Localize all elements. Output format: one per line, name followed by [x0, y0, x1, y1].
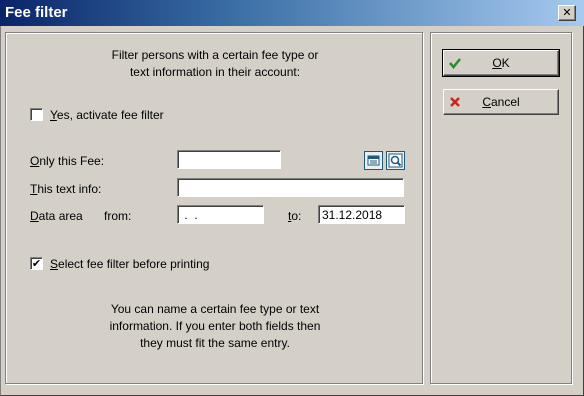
list-lookup-button[interactable]: [364, 151, 383, 170]
ok-label: OK: [492, 56, 510, 70]
list-lookup-icon: [367, 155, 380, 166]
activate-fee-filter-label[interactable]: Yes, activate fee filter: [50, 108, 164, 122]
only-this-fee-label: Only this Fee:: [30, 154, 105, 168]
magnifier-icon: [388, 153, 403, 168]
cancel-label: Cancel: [482, 95, 520, 109]
window-title: Fee filter: [5, 4, 68, 21]
action-panel: [430, 32, 572, 384]
select-before-printing-label[interactable]: Select fee filter before printing: [50, 257, 209, 271]
search-lookup-button[interactable]: [386, 151, 405, 170]
footer-line-2: information. If you enter both fields th…: [109, 319, 321, 333]
to-label: to:: [288, 209, 302, 223]
fee-input[interactable]: [177, 150, 281, 169]
to-date-input[interactable]: 31.12.2018: [318, 205, 405, 224]
title-bar: Fee filter ✕: [0, 0, 584, 26]
cancel-button[interactable]: Cancel: [443, 89, 559, 115]
from-label: from:: [104, 209, 132, 223]
data-area-label: Data area: [30, 209, 83, 223]
text-info-input[interactable]: [177, 178, 404, 197]
select-before-printing-checkbox[interactable]: ✔: [30, 257, 43, 270]
ok-button[interactable]: OK: [442, 49, 560, 77]
intro-line-2: text information in their account:: [129, 65, 301, 79]
close-button[interactable]: ✕: [558, 5, 576, 21]
footer-line-3: they must fit the same entry.: [140, 336, 290, 350]
intro-line-1: Filter persons with a certain fee type o…: [111, 48, 319, 62]
intro-text: Filter persons with a certain fee type o…: [60, 47, 370, 81]
from-date-input[interactable]: . .: [177, 205, 264, 224]
activate-fee-filter-checkbox[interactable]: [30, 108, 43, 121]
text-info-label: This text info:: [30, 182, 102, 196]
footer-hint: You can name a certain fee type or text …: [60, 301, 370, 352]
footer-line-1: You can name a certain fee type or text: [110, 302, 320, 316]
